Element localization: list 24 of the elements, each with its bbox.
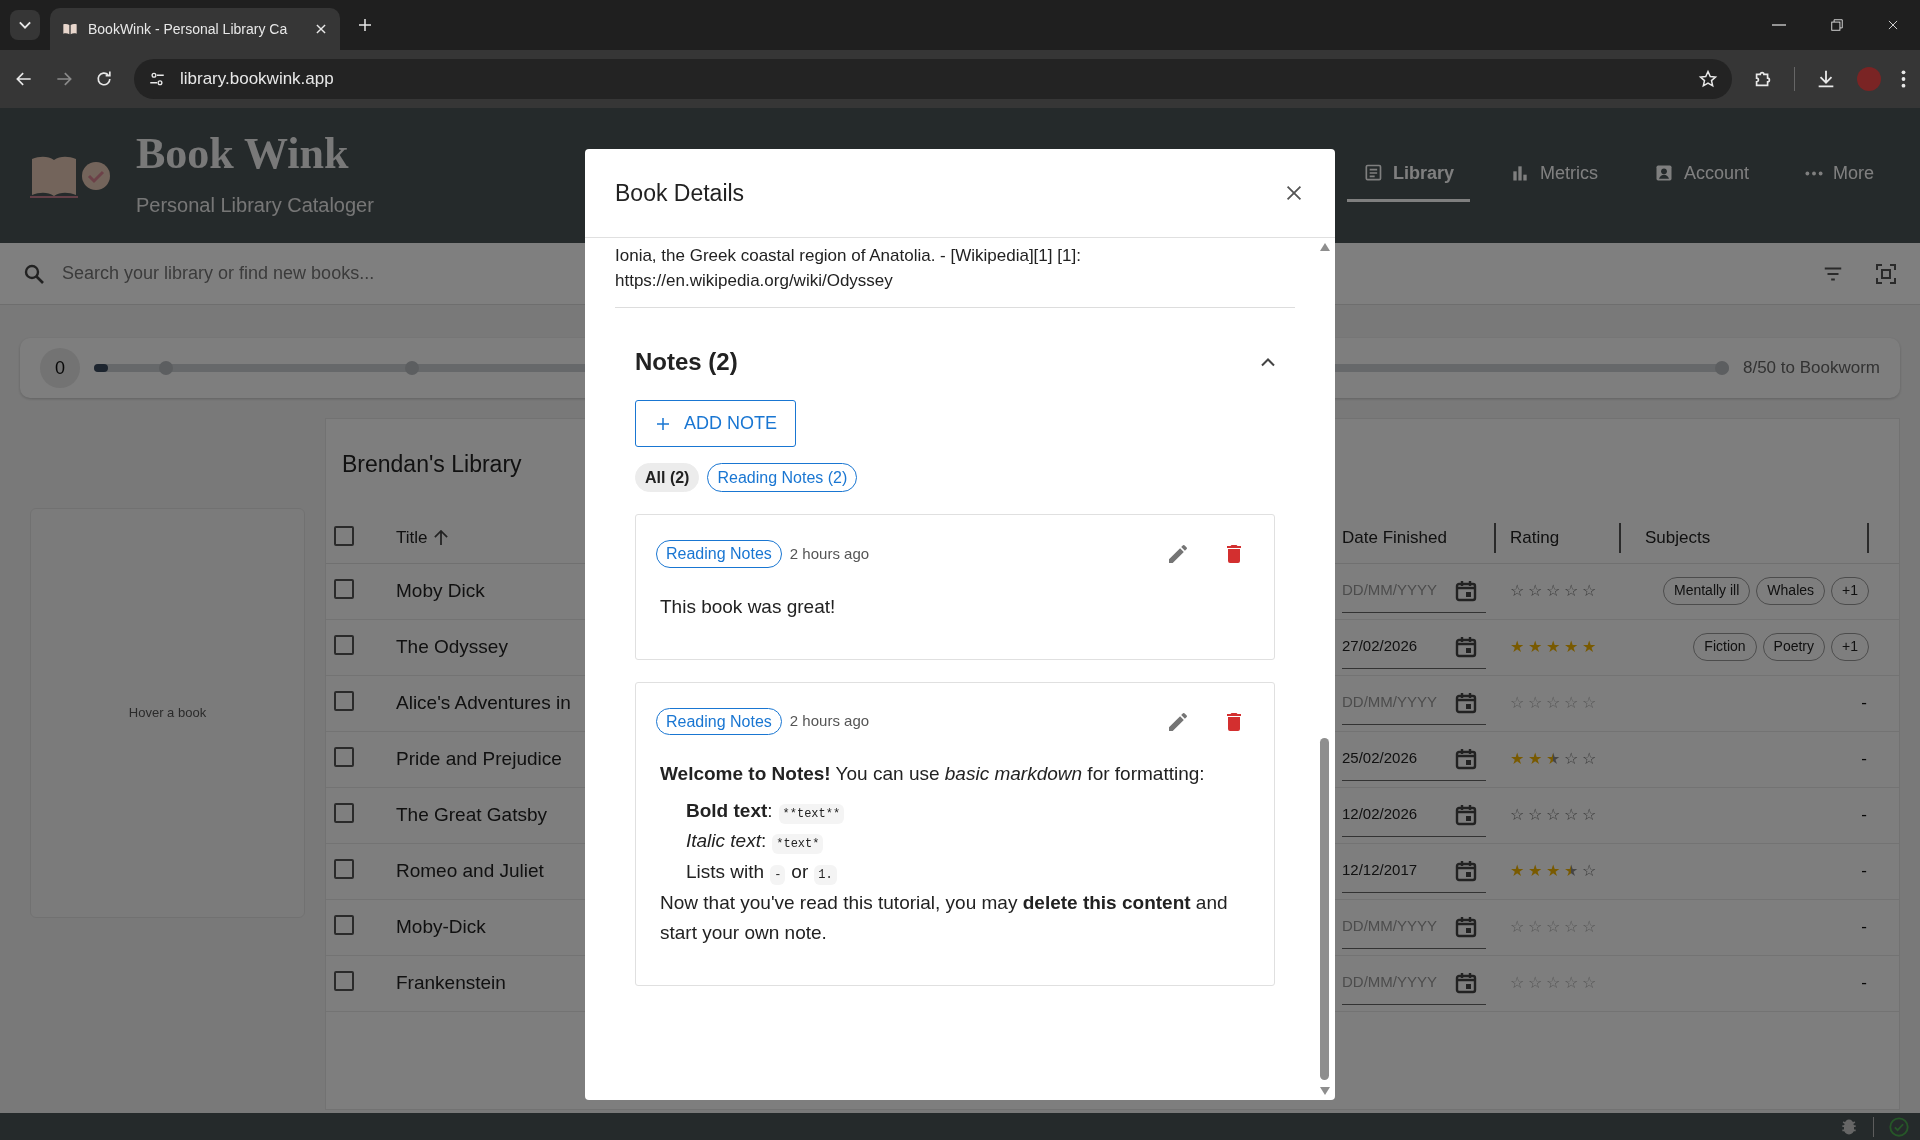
empty-subjects-text: - bbox=[1860, 972, 1868, 995]
notes-heading: Notes (2) bbox=[635, 347, 738, 378]
description-text: Ionia, the Greek coastal region of Anatolia. - [Wikipedia][1] [1]: https://en.wikipedia.org/wiki/Odyssey bbox=[615, 244, 1295, 309]
empty-subjects-text: - bbox=[1860, 748, 1868, 771]
tab-title: BookWink - Personal Library Ca bbox=[88, 19, 289, 39]
note-text: Now that you've read this tutorial, you may delete this content and start your own note. bbox=[660, 891, 1229, 945]
note-time: 2 hours ago bbox=[789, 711, 870, 732]
list-line: Lists with - or 1. bbox=[686, 857, 1254, 887]
empty-subjects-text: - bbox=[1860, 692, 1868, 715]
note-text: This book was great! bbox=[660, 594, 837, 619]
note-time: 2 hours ago bbox=[789, 543, 870, 564]
list-line: Bold text: **text** bbox=[686, 796, 1254, 826]
list-line: Italic text: *text* bbox=[686, 827, 1254, 856]
note-text: Welcome to Notes! You can use basic markdown for formatting: bbox=[660, 762, 1206, 787]
empty-subjects-text: - bbox=[1860, 804, 1868, 827]
app-subtitle: Personal Library Cataloger bbox=[136, 192, 374, 218]
goal-text: 8/50 to Bookworm bbox=[1743, 357, 1880, 380]
app-title: Book Wink bbox=[136, 131, 350, 176]
empty-subjects-text: - bbox=[1860, 860, 1868, 883]
count-badge: 0 bbox=[40, 348, 80, 388]
library-title: Brendan's Library bbox=[342, 450, 522, 479]
empty-subjects-text: - bbox=[1860, 916, 1868, 939]
hint-text: Hover a book bbox=[128, 704, 207, 723]
dialog-title: Book Details bbox=[615, 178, 745, 208]
